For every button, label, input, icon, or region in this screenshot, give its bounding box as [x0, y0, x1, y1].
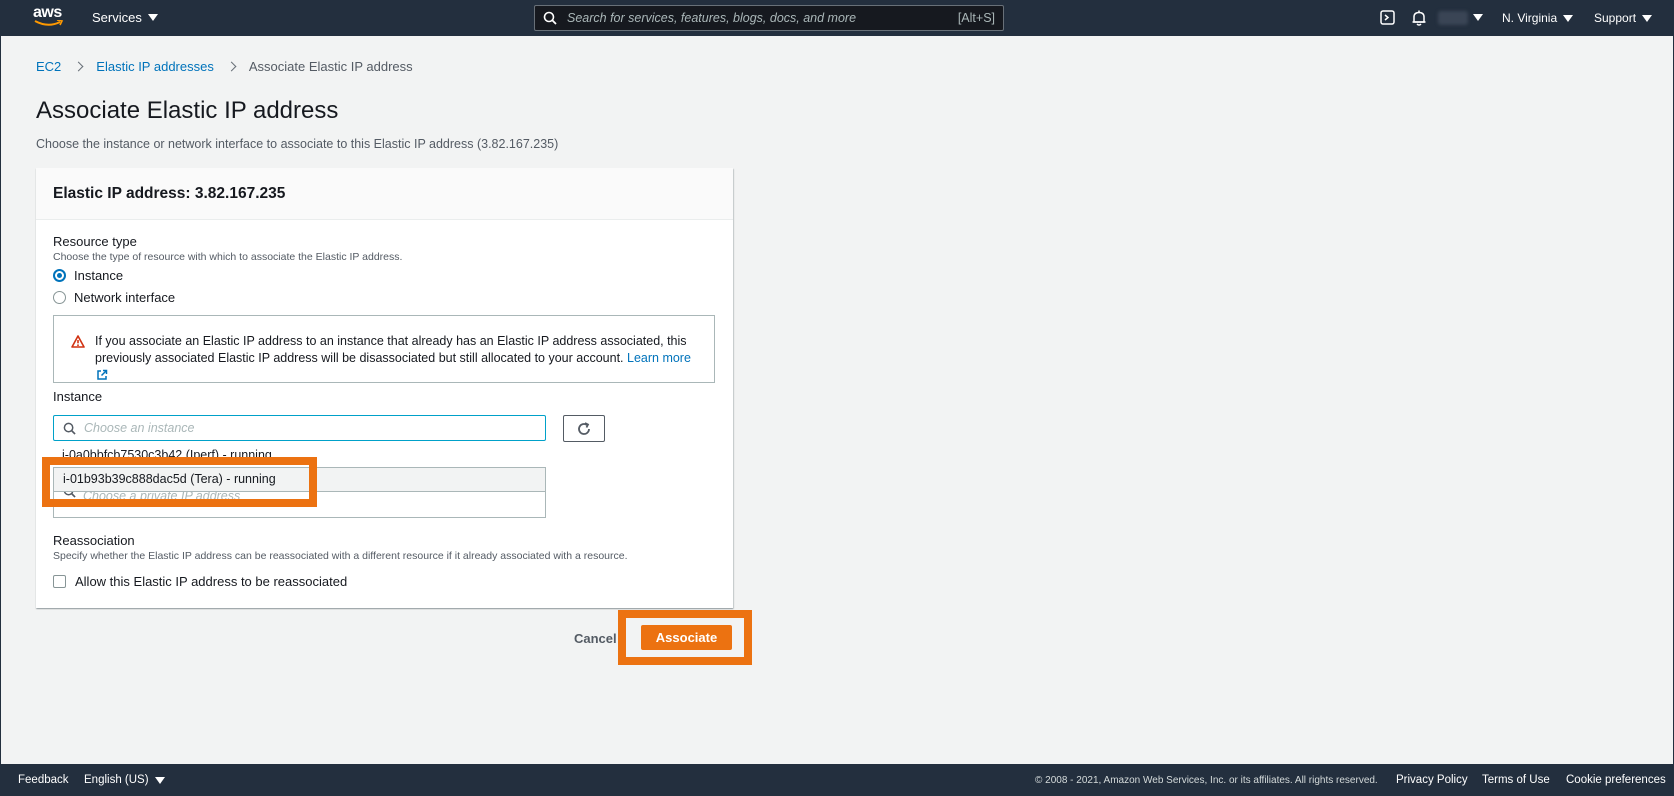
chevron-right-icon — [226, 61, 237, 72]
cloudshell-icon[interactable] — [1379, 9, 1397, 27]
associate-button[interactable]: Associate — [641, 625, 732, 650]
top-navigation: aws Services Search for services, featur… — [0, 0, 1674, 36]
breadcrumb: EC2 Elastic IP addresses Associate Elast… — [36, 59, 413, 74]
instance-placeholder: Choose an instance — [84, 421, 195, 435]
refresh-icon — [578, 421, 590, 435]
association-panel: Elastic IP address: 3.82.167.235 Resourc… — [36, 168, 733, 608]
instance-search-input[interactable]: Choose an instance — [53, 415, 546, 441]
radio-button[interactable] — [53, 291, 66, 304]
learn-more-label: Learn more — [627, 351, 691, 365]
refresh-button[interactable] — [563, 415, 605, 442]
privacy-policy-link[interactable]: Privacy Policy — [1396, 774, 1468, 786]
bell-icon[interactable] — [1410, 9, 1428, 27]
instance-option-tera[interactable]: i-01b93b39c888dac5d (Tera) - running — [53, 467, 546, 492]
warning-alert: If you associate an Elastic IP address t… — [53, 315, 715, 383]
search-icon — [63, 422, 76, 435]
warning-icon — [71, 335, 85, 348]
reassociation-checkbox[interactable] — [53, 575, 66, 588]
account-menu[interactable] — [1438, 11, 1468, 25]
private-ip-input[interactable]: Choose a private IP address — [53, 492, 546, 518]
search-placeholder: Search for services, features, blogs, do… — [567, 11, 857, 25]
reassociation-checkbox-row[interactable]: Allow this Elastic IP address to be reas… — [53, 574, 347, 589]
search-shortcut: [Alt+S] — [957, 11, 995, 25]
radio-button-checked[interactable] — [53, 269, 66, 282]
chevron-right-icon — [73, 61, 84, 72]
region-selector[interactable]: N. Virginia — [1502, 11, 1574, 25]
private-ip-placeholder: Choose a private IP address — [83, 492, 241, 503]
copyright: © 2008 - 2021, Amazon Web Services, Inc.… — [1035, 775, 1378, 786]
caret-down-icon — [1563, 14, 1574, 22]
radio-instance[interactable]: Instance — [53, 268, 123, 283]
services-label: Services — [92, 10, 142, 25]
account-caret-icon — [1473, 14, 1483, 21]
search-icon — [543, 11, 557, 25]
aws-smile-icon — [34, 20, 64, 26]
breadcrumb-elastic-ip-addresses[interactable]: Elastic IP addresses — [96, 59, 214, 74]
instance-option-iperf[interactable]: i-0a0bbfcb7530c3b42 (Iperf) - running — [62, 448, 272, 460]
breadcrumb-ec2[interactable]: EC2 — [36, 59, 61, 74]
services-menu[interactable]: Services — [92, 10, 158, 25]
radio-instance-label: Instance — [74, 268, 124, 283]
reassociation-checkbox-label: Allow this Elastic IP address to be reas… — [75, 574, 348, 589]
global-search-input[interactable]: Search for services, features, blogs, do… — [534, 5, 1004, 31]
breadcrumb-current: Associate Elastic IP address — [248, 59, 413, 74]
footer: Feedback English (US) © 2008 - 2021, Ama… — [0, 764, 1674, 796]
instance-option-tera-label: i-01b93b39c888dac5d (Tera) - running — [63, 472, 276, 486]
radio-network-interface[interactable]: Network interface — [53, 290, 175, 305]
region-label: N. Virginia — [1502, 11, 1558, 25]
support-label: Support — [1594, 11, 1637, 25]
cookie-preferences-link[interactable]: Cookie preferences — [1566, 774, 1666, 786]
aws-logo[interactable]: aws — [32, 4, 68, 30]
reassociation-label: Reassociation — [53, 533, 135, 548]
warning-message: If you associate an Elastic IP address t… — [95, 334, 687, 365]
terms-of-use-link[interactable]: Terms of Use — [1482, 774, 1550, 786]
instance-label: Instance — [53, 389, 103, 404]
language-label: English (US) — [84, 774, 149, 786]
panel-header: Elastic IP address: 3.82.167.235 — [36, 168, 733, 220]
external-link-icon — [97, 369, 108, 380]
search-icon — [63, 492, 76, 498]
radio-network-interface-label: Network interface — [74, 290, 176, 305]
caret-down-icon — [1642, 14, 1653, 22]
page-title: Associate Elastic IP address — [36, 97, 339, 124]
reassociation-description: Specify whether the Elastic IP address c… — [53, 550, 628, 562]
page-description: Choose the instance or network interface… — [36, 137, 559, 151]
caret-down-icon — [154, 776, 165, 784]
resource-type-description: Choose the type of resource with which t… — [53, 251, 403, 263]
cancel-button[interactable]: Cancel — [574, 631, 617, 646]
resource-type-label: Resource type — [53, 234, 137, 249]
warning-text: If you associate an Elastic IP address t… — [95, 333, 700, 384]
support-menu[interactable]: Support — [1594, 11, 1653, 25]
language-selector[interactable]: English (US) — [84, 774, 165, 786]
caret-down-icon — [147, 14, 158, 21]
feedback-link[interactable]: Feedback — [18, 774, 69, 786]
